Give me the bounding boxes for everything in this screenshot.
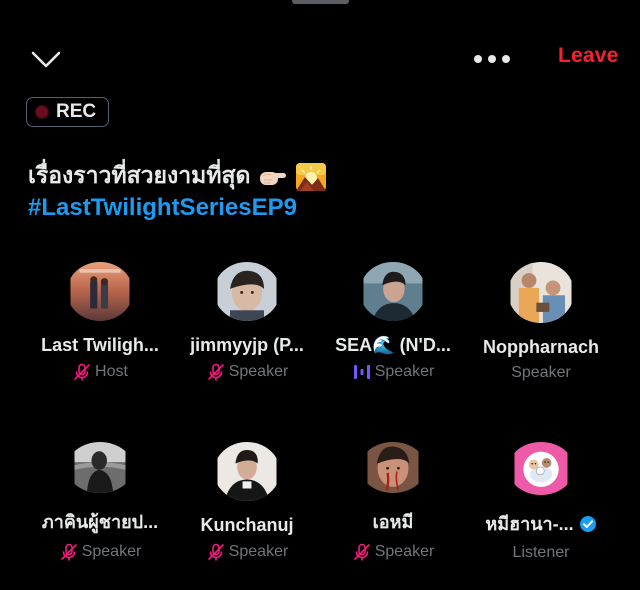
participant-name: หมีฮานา-... bbox=[485, 509, 596, 538]
participant-name: jimmyyjp (P... bbox=[190, 335, 304, 355]
participant-noppharnach[interactable]: Noppharnach Speaker bbox=[466, 262, 616, 382]
avatar bbox=[363, 262, 423, 321]
space-title: เรื่องราวที่สวยงามที่สุด #LastTwilightSe… bbox=[28, 160, 618, 223]
mic-muted-icon bbox=[206, 542, 226, 562]
avatar bbox=[74, 442, 126, 493]
sheet-grabber[interactable] bbox=[292, 0, 349, 4]
participant-meehana[interactable]: หมีฮานา-... Listener bbox=[466, 442, 616, 562]
participant-name: Last Twiligh... bbox=[41, 335, 159, 355]
more-dots-icon bbox=[474, 55, 510, 63]
mic-muted-icon bbox=[72, 362, 92, 382]
pointing-hand-icon bbox=[258, 166, 288, 188]
participant-last-twilight[interactable]: Last Twiligh... Host bbox=[25, 262, 175, 382]
participant-role: Speaker bbox=[374, 543, 435, 560]
participant-sea[interactable]: SEA🌊 (N'D... Speaker bbox=[318, 262, 468, 382]
participant-role: Speaker bbox=[374, 363, 435, 380]
avatar bbox=[70, 262, 130, 321]
avatar bbox=[514, 442, 568, 495]
mic-muted-icon bbox=[352, 542, 372, 562]
space-hashtag-link[interactable]: #LastTwilightSeriesEP9 bbox=[28, 193, 618, 223]
participant-name-text: หมีฮานา-... bbox=[485, 514, 574, 534]
participant-role: Speaker bbox=[81, 543, 142, 560]
record-dot-icon bbox=[35, 105, 49, 119]
participant-name: Noppharnach bbox=[482, 337, 599, 357]
participant-name: ภาคินผู้ชายป... bbox=[41, 512, 159, 532]
avatar bbox=[367, 442, 419, 493]
participant-role: Speaker bbox=[228, 543, 289, 560]
participant-name: SEA🌊 (N'D... bbox=[335, 335, 451, 355]
mic-muted-icon bbox=[59, 542, 79, 562]
sunrise-mountains-icon bbox=[296, 162, 327, 191]
recording-badge: REC bbox=[26, 97, 109, 127]
participant-jimmyyjp[interactable]: jimmyyjp (P... Speaker bbox=[172, 262, 322, 382]
recording-label: REC bbox=[56, 101, 97, 122]
verified-badge-icon bbox=[579, 515, 597, 533]
more-options-button[interactable] bbox=[470, 48, 514, 70]
collapse-button[interactable] bbox=[28, 46, 64, 74]
participant-role: Speaker bbox=[228, 363, 289, 380]
participant-role: Host bbox=[95, 363, 128, 380]
avatar bbox=[217, 262, 277, 321]
participant-phakhin[interactable]: ภาคินผู้ชายป... Speaker bbox=[25, 442, 175, 562]
avatar bbox=[217, 442, 277, 501]
space-title-text: เรื่องราวที่สวยงามที่สุด bbox=[28, 163, 251, 189]
participant-name: Kunchanuj bbox=[200, 515, 294, 535]
speaking-bars-icon bbox=[352, 362, 372, 382]
chevron-down-icon bbox=[31, 51, 61, 68]
avatar bbox=[510, 262, 572, 323]
participant-role: Speaker bbox=[511, 364, 571, 381]
mic-muted-icon bbox=[206, 362, 226, 382]
participant-kunchanuj[interactable]: Kunchanuj Speaker bbox=[172, 442, 322, 562]
participant-ehmee[interactable]: เอหมี Speaker bbox=[318, 442, 468, 562]
participant-name: เอหมี bbox=[372, 512, 414, 532]
participant-role: Listener bbox=[512, 544, 570, 561]
leave-button[interactable]: Leave bbox=[558, 44, 619, 68]
